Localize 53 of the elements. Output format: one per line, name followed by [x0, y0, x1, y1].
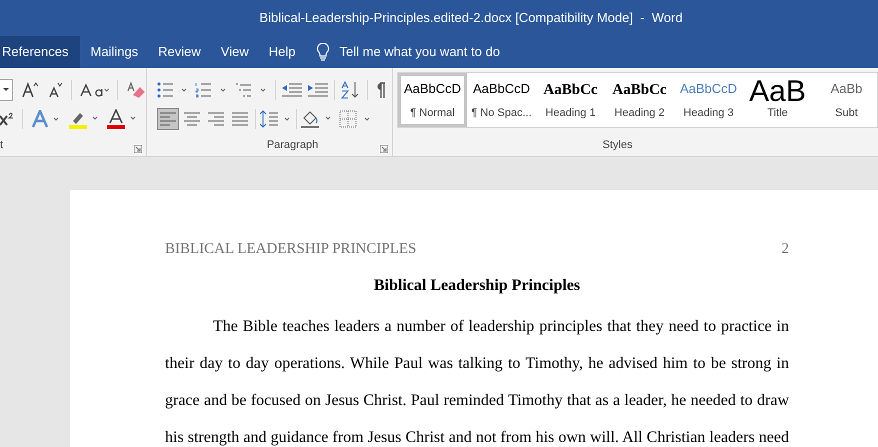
font-size-dropdown[interactable]: [0, 79, 13, 101]
style-name: Subt: [835, 106, 858, 120]
group-label: Paragraph: [266, 138, 318, 152]
style-item[interactable]: AaBbCcD ¶ No Spac...: [467, 73, 536, 127]
ribbon-tab[interactable]: Help: [258, 36, 306, 68]
style-name: ¶ No Spac...: [471, 106, 532, 120]
font-color-icon[interactable]: [107, 109, 137, 129]
decrease-indent-icon[interactable]: [282, 82, 302, 98]
page-number: 2: [782, 240, 789, 259]
tell-me-field[interactable]: Tell me what you want to do: [340, 42, 500, 62]
style-name: Heading 2: [614, 106, 665, 120]
style-preview: AaBbCc: [543, 81, 598, 100]
dialog-launcher-icon[interactable]: [380, 145, 388, 153]
style-item[interactable]: AaBbCc Heading 1: [536, 73, 605, 127]
text-effects-icon[interactable]: [31, 110, 61, 128]
grow-font-icon[interactable]: [20, 81, 39, 99]
style-name: Heading 3: [683, 106, 734, 120]
style-preview: AaBbCcD: [680, 80, 738, 98]
style-preview: AaBbCc: [612, 81, 667, 100]
style-item[interactable]: AaB Title: [743, 73, 812, 127]
document-title: Biblical Leadership Principles: [374, 276, 580, 294]
style-item[interactable]: AaBbCcD Heading 3: [674, 73, 743, 127]
style-name: Title: [767, 106, 788, 121]
change-case-icon[interactable]: [80, 83, 110, 97]
style-preview: AaBbCcD: [472, 80, 530, 98]
chevron-down-icon: [2, 88, 9, 92]
style-item[interactable]: AaBbCc Heading 2: [605, 73, 674, 127]
style-name: Heading 1: [545, 106, 596, 120]
style-name: ¶ Normal: [410, 106, 455, 120]
group-label: t: [0, 138, 4, 152]
eraser-icon[interactable]: [126, 81, 146, 99]
style-preview: AaB: [749, 79, 806, 105]
superscript-icon[interactable]: [0, 112, 14, 126]
style-item[interactable]: AaBbCcD ¶ Normal: [398, 73, 467, 127]
line-spacing-icon[interactable]: [260, 110, 292, 128]
ribbon-tab[interactable]: References: [0, 36, 80, 68]
lightbulb-icon[interactable]: [316, 43, 330, 61]
shrink-font-icon[interactable]: [46, 81, 63, 99]
style-preview: AaBbCcD: [404, 80, 462, 98]
window-title: Biblical-Leadership-Principles.edited-2.docx [Compatibility Mode] - Word: [259, 9, 683, 28]
align-left-icon[interactable]: [157, 108, 179, 130]
group-label: Styles: [602, 138, 632, 152]
dialog-launcher-icon[interactable]: [134, 145, 142, 153]
ribbon-tab[interactable]: Review: [148, 36, 211, 68]
style-preview: AaBb: [830, 80, 862, 98]
sort-icon[interactable]: [341, 81, 361, 99]
ribbon-tab[interactable]: Mailings: [80, 36, 148, 68]
page-header: BIBLICAL LEADERSHIP PRINCIPLES: [165, 240, 416, 259]
body-paragraph: The Bible teaches leaders a number of leadership principles that they need to practice in their day to day operations. While Paul was talking to Timothy, he advised him to be strong in grace and be focused on Jesus Christ. Paul reminded Timothy that as a leader, he needed to draw his strength and guidance from Jesus Christ and not from his own will. All Christian leaders need: [165, 316, 789, 447]
ribbon-tab[interactable]: View: [210, 36, 259, 68]
increase-indent-icon[interactable]: [308, 82, 328, 98]
bullet-list-icon[interactable]: [157, 82, 189, 98]
style-item[interactable]: AaBb Subt: [812, 73, 877, 127]
